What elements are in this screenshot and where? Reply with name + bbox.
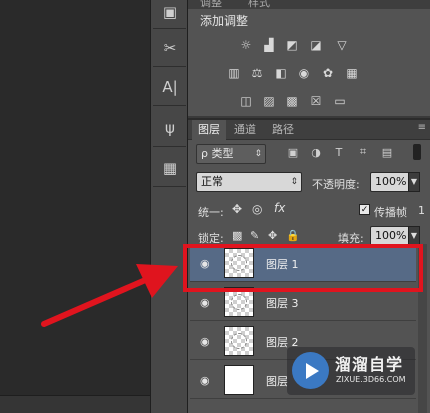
layer-name[interactable]: 图层 3 [266,295,299,311]
filter-kind-dropdown[interactable]: ρ 类型 ⇕ [196,144,266,164]
opacity-value: 100% [375,175,407,188]
tool-separator [153,186,186,187]
levels-icon[interactable]: ▟ [261,38,277,52]
tool-separator [153,28,186,29]
adjustments-title: 添加调整 [200,14,249,28]
lock-position-icon[interactable]: ✥ [268,229,277,242]
layer-content-glyph [231,333,247,349]
tool-separator [153,105,186,106]
adjustment-filter-icon[interactable]: ◑ [309,145,323,159]
curves-icon[interactable]: ◩ [284,38,300,52]
brush-presets-icon[interactable]: ψ [158,116,182,140]
blend-mode-value: 正常 [201,175,223,188]
lock-all-icon[interactable]: 🔒 [286,229,300,242]
play-icon [306,363,319,379]
clone-source-icon[interactable]: ▦ [158,156,182,180]
document-canvas [0,0,150,413]
type-filter-icon[interactable]: T [332,145,346,159]
opacity-label: 不透明度: [312,178,360,191]
watermark: 溜溜自学 ZIXUE.3D66.COM [287,347,415,395]
smart-object-filter-icon[interactable]: ▤ [380,145,394,159]
vibrance-icon[interactable]: ▽ [334,38,350,52]
highlight-box [183,244,423,292]
tools-icon[interactable]: ✂ [158,36,182,60]
panel-tool-strip: ▣ ✂ A| ψ ▦ [150,0,188,413]
posterize-icon[interactable]: ▨ [261,94,277,108]
opacity-slider-button[interactable]: ▼ [408,172,420,192]
tab-styles[interactable]: 样式 [248,0,270,9]
photo-filter-icon[interactable]: ◉ [296,66,312,80]
eye-icon[interactable]: ◉ [200,296,212,309]
watermark-url: ZIXUE.3D66.COM [336,375,406,384]
adjustments-panel: 调整 样式 添加调整 ☼ ▟ ◩ ◪ ▽ ▥ ⚖ ◧ ◉ ✿ ▦ ◫ ▨ ▩ ☒… [188,0,430,118]
filter-kind-label: ρ 类型 [201,147,234,160]
tool-separator [153,146,186,147]
character-icon[interactable]: A| [158,75,182,99]
tab-channels[interactable]: 通道 [228,120,262,140]
eye-icon[interactable]: ◉ [200,374,212,387]
exposure-icon[interactable]: ◪ [308,38,324,52]
tool-separator [153,66,186,67]
unify-visibility-icon[interactable]: ◎ [252,202,262,216]
watermark-logo-icon [292,352,329,389]
color-lookup-icon[interactable]: ▦ [344,66,360,80]
hue-saturation-icon[interactable]: ▥ [226,66,242,80]
gradient-map-icon[interactable]: ▭ [332,94,348,108]
history-icon[interactable]: ▣ [158,0,182,24]
panel-menu-icon[interactable]: ≡ [418,122,426,133]
eye-icon[interactable]: ◉ [200,335,212,348]
brightness-icon[interactable]: ☼ [238,38,254,52]
tab-paths[interactable]: 路径 [266,120,300,140]
unify-position-icon[interactable]: ✥ [232,202,242,216]
arrow-shaft [41,275,153,327]
fill-value: 100% [375,229,407,242]
pointer-arrow [41,264,178,327]
tab-adjustments[interactable]: 调整 [200,0,222,9]
threshold-icon[interactable]: ▩ [284,94,300,108]
chevron-updown-icon: ⇕ [290,177,298,187]
lock-transparency-icon[interactable]: ▩ [232,229,242,242]
layer-thumbnail [224,365,254,395]
fill-slider-button[interactable]: ▼ [408,226,420,246]
chevron-updown-icon: ⇕ [254,149,262,159]
layer-content-glyph [231,294,247,310]
unify-style-icon[interactable]: fx [274,201,285,215]
propagate-checkbox[interactable]: ✓ [359,204,370,215]
canvas-status-strip [0,395,150,413]
channel-mixer-icon[interactable]: ✿ [320,66,336,80]
unify-label: 统一: [198,206,224,219]
filter-toggle-switch[interactable] [413,144,421,160]
propagate-label: 传播帧 [374,206,407,219]
layer-thumbnail [224,326,254,356]
selective-color-icon[interactable]: ☒ [308,94,324,108]
layers-tabbar: 图层 通道 路径 ≡ [188,120,430,140]
blend-mode-dropdown[interactable]: 正常 ⇕ [196,172,302,192]
adjustments-tabbar: 调整 样式 [188,0,430,9]
watermark-title: 溜溜自学 [335,355,404,374]
pixel-filter-icon[interactable]: ▣ [286,145,300,159]
color-balance-icon[interactable]: ⚖ [249,66,265,80]
propagate-frame-number: 1 [418,204,425,217]
lock-pixels-icon[interactable]: ✎ [250,229,259,242]
layer-name[interactable]: 图层 [266,373,288,389]
shape-filter-icon[interactable]: ⌗ [356,145,370,159]
tab-layers[interactable]: 图层 [192,120,226,140]
black-white-icon[interactable]: ◧ [273,66,289,80]
invert-icon[interactable]: ◫ [238,94,254,108]
